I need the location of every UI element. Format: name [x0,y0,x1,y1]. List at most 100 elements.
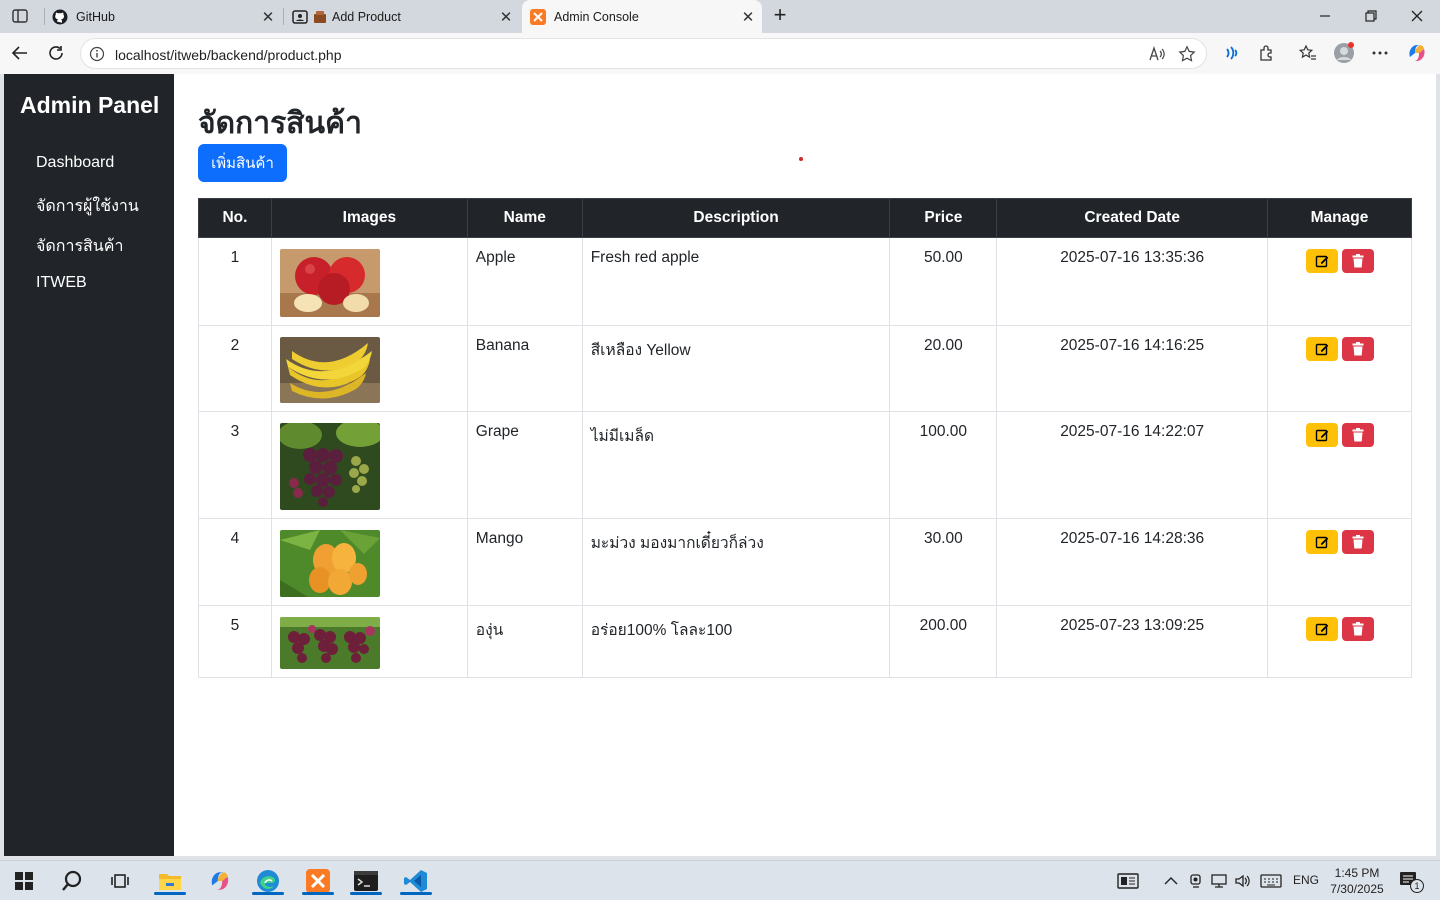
delete-button[interactable] [1341,617,1374,641]
header-manage: Manage [1267,198,1412,238]
clock-time: 1:45 PM [1334,866,1380,880]
cell-description: ไม่มีเมล็ด [581,411,891,519]
cell-manage [1267,325,1412,412]
windows-start-icon[interactable] [10,867,38,895]
table-row: 5 องุ่น อร่อย100% โลละ100 200.00 2025-07… [198,605,1412,678]
edit-button[interactable] [1305,617,1338,641]
product-image-mango [279,530,380,597]
products-table: No. Images Name Description Price Create… [198,198,1412,678]
edit-button[interactable] [1305,530,1338,554]
active-app-indicator [252,892,284,895]
close-icon[interactable]: ✕ [258,7,278,27]
notification-icon[interactable]: 1 [1398,871,1424,893]
site-info-icon[interactable] [89,46,105,62]
header-created-date: Created Date [996,198,1269,238]
cell-price: 20.00 [889,325,998,412]
cell-description: อร่อย100% โลละ100 [581,605,891,678]
tab-title: Add Product [332,9,401,24]
tab-admin-console[interactable]: Admin Console ✕ [522,0,762,33]
delete-button[interactable] [1341,337,1374,361]
browser-toolbar: localhost/itweb/backend/product.php [0,33,1440,74]
cell-image [270,325,468,412]
minimize-icon[interactable] [1314,6,1336,26]
new-tab-button[interactable]: + [768,4,792,28]
close-window-icon[interactable] [1406,6,1428,26]
edit-button[interactable] [1305,423,1338,447]
close-icon[interactable]: ✕ [496,7,516,27]
delete-button[interactable] [1341,423,1374,447]
cell-manage [1267,605,1412,678]
windows-taskbar: ENG 1:45 PM 7/30/2025 1 [0,860,1440,900]
vscode-icon[interactable] [400,867,432,895]
add-product-button[interactable]: เพิ่มสินค้า [198,144,287,182]
delete-button[interactable] [1341,249,1374,273]
sidebar-item-dashboard[interactable]: Dashboard [36,154,114,172]
cell-no: 5 [198,605,272,678]
delete-button[interactable] [1341,530,1374,554]
tab-add-product[interactable]: Add Product ✕ [284,0,520,33]
task-view-icon[interactable] [106,867,134,895]
volume-icon[interactable] [1233,871,1253,891]
cell-created-date: 2025-07-16 14:16:25 [996,325,1269,412]
edit-icon [1315,623,1328,636]
edit-icon [1315,429,1328,442]
trash-icon [1352,535,1363,549]
refresh-icon[interactable] [45,42,67,64]
search-icon[interactable] [58,867,86,895]
sidebar-item-itweb[interactable]: ITWEB [36,274,87,292]
browser-tab-bar: GitHub ✕ Add Product ✕ Admin Console ✕ + [0,0,1440,33]
favorite-star-icon[interactable] [1178,45,1196,63]
trash-icon [1352,254,1363,268]
back-icon[interactable] [9,42,31,64]
edge-browser-icon[interactable] [252,867,284,895]
cell-manage [1267,237,1412,326]
profile-avatar-icon[interactable] [1333,42,1355,64]
url-text[interactable]: localhost/itweb/backend/product.php [115,47,341,63]
address-bar[interactable]: localhost/itweb/backend/product.php [80,38,1207,69]
tab-github[interactable]: GitHub ✕ [44,0,282,33]
cell-name: Banana [466,325,583,412]
close-icon[interactable]: ✕ [738,7,758,27]
tab-title: Admin Console [554,9,639,24]
sidebar-item-products[interactable]: จัดการสินค้า [36,234,123,259]
terminal-icon[interactable] [350,867,382,895]
tab-title: GitHub [76,9,115,24]
cell-price: 30.00 [889,518,998,606]
file-explorer-icon[interactable] [154,867,186,895]
edit-button[interactable] [1305,249,1338,273]
read-aloud-icon[interactable] [1148,45,1166,63]
table-row: 3 Grape ไม่มีเมล็ด 100.00 2025-07-16 14:… [198,411,1412,519]
favorites-icon[interactable] [1297,42,1319,64]
more-options-icon[interactable] [1369,42,1391,64]
xampp-app-icon[interactable] [302,867,334,895]
trash-icon [1352,622,1363,636]
header-no: No. [198,198,272,238]
extensions-icon[interactable] [1256,42,1278,64]
widgets-icon[interactable] [1116,871,1140,891]
chevron-up-icon[interactable] [1161,871,1181,891]
copilot-app-icon[interactable] [206,867,234,895]
xampp-icon [530,8,546,25]
copilot-wave-icon[interactable] [1220,42,1242,64]
keyboard-icon[interactable] [1259,871,1283,891]
meet-now-icon[interactable] [1186,871,1206,891]
edit-button[interactable] [1305,337,1338,361]
cell-name: Grape [466,411,583,519]
copilot-icon[interactable] [1406,42,1428,64]
cell-name: Apple [466,237,583,326]
cell-description: Fresh red apple [581,237,891,326]
system-clock[interactable]: 1:45 PM 7/30/2025 [1322,865,1392,897]
sidebar-item-users[interactable]: จัดการผู้ใช้งาน [36,194,139,219]
input-language[interactable]: ENG [1293,873,1319,887]
notification-count: 1 [1410,879,1424,893]
cell-price: 200.00 [889,605,998,678]
table-row: 4 Mango มะม่วง มองมากเดี๋ยวก็ล่วง 30.00 … [198,518,1412,606]
restore-icon[interactable] [1360,6,1382,26]
cell-description: สีเหลือง Yellow [581,325,891,412]
sidebar-brand[interactable]: Admin Panel [20,92,159,119]
tab-actions-icon[interactable] [8,6,32,26]
product-box-icon [312,9,328,25]
network-icon[interactable] [1209,871,1229,891]
github-icon [52,9,68,25]
cell-created-date: 2025-07-16 14:28:36 [996,518,1269,606]
